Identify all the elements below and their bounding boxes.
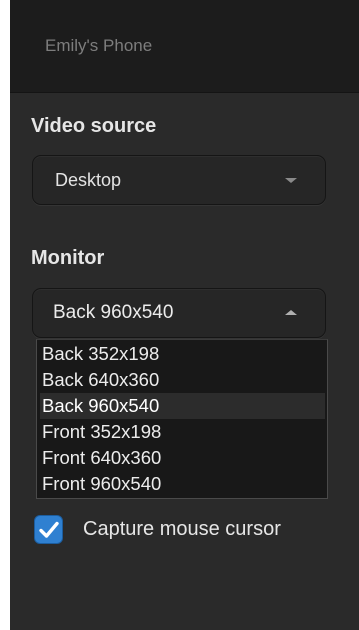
monitor-dropdown-list: Back 352x198 Back 640x360 Back 960x540 F… xyxy=(36,339,328,499)
monitor-option-front-352x198[interactable]: Front 352x198 xyxy=(40,419,325,445)
monitor-select[interactable]: Back 960x540 xyxy=(32,288,326,338)
device-title: Emily's Phone xyxy=(45,36,153,55)
monitor-option-back-352x198[interactable]: Back 352x198 xyxy=(40,341,325,367)
monitor-option-front-640x360[interactable]: Front 640x360 xyxy=(40,445,325,471)
capture-cursor-checkbox[interactable] xyxy=(34,515,63,544)
panel-header: Emily's Phone xyxy=(10,0,359,93)
settings-panel: Emily's Phone Video source Desktop Monit… xyxy=(10,0,359,630)
monitor-option-back-640x360[interactable]: Back 640x360 xyxy=(40,367,325,393)
monitor-value: Back 960x540 xyxy=(53,302,174,323)
monitor-option-front-960x540[interactable]: Front 960x540 xyxy=(40,471,325,497)
monitor-label: Monitor xyxy=(31,247,105,269)
video-source-label: Video source xyxy=(31,115,157,137)
monitor-option-back-960x540[interactable]: Back 960x540 xyxy=(40,393,325,419)
capture-cursor-label[interactable]: Capture mouse cursor xyxy=(83,518,281,541)
chevron-down-icon xyxy=(285,178,297,183)
checkmark-icon xyxy=(39,521,59,538)
video-source-value: Desktop xyxy=(55,170,122,190)
chevron-up-icon xyxy=(285,310,297,315)
video-source-select[interactable]: Desktop xyxy=(32,155,326,205)
